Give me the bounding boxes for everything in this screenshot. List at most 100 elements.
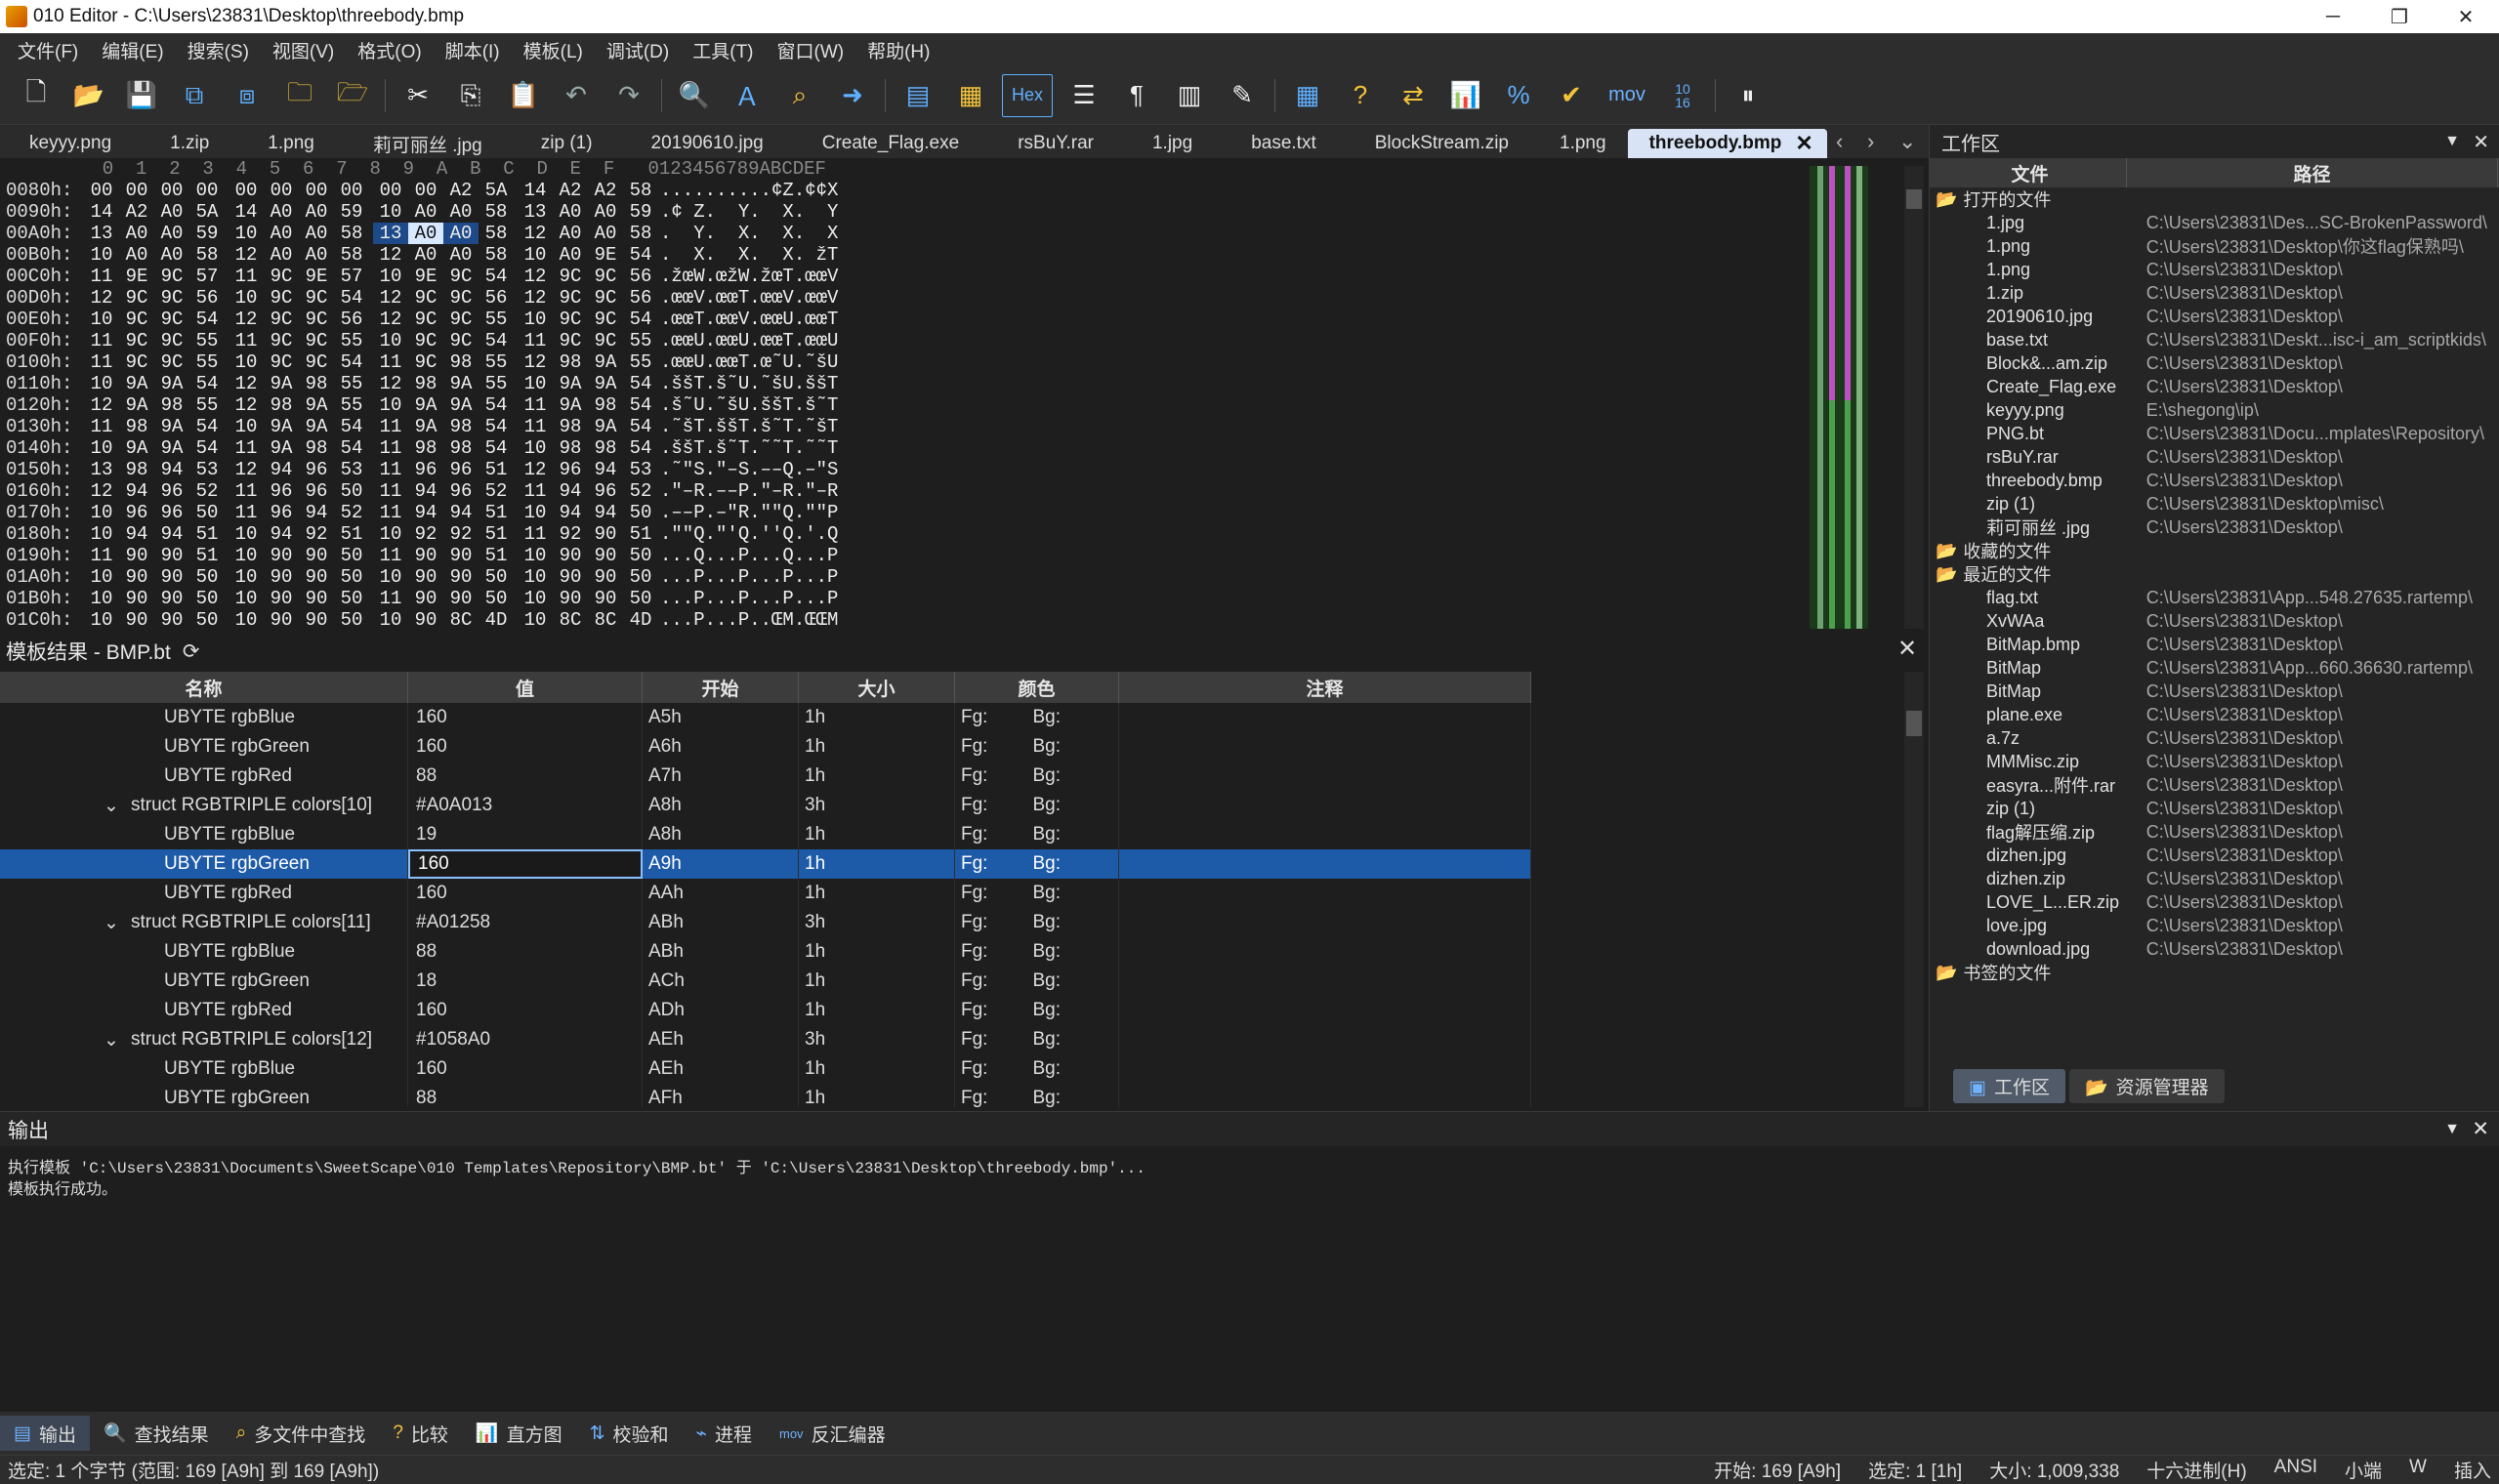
tab-disassembler[interactable]: mov 反汇编器 bbox=[766, 1416, 899, 1451]
hex-byte[interactable]: 00 bbox=[84, 180, 119, 201]
hex-byte[interactable]: 10 bbox=[229, 609, 264, 631]
hex-byte[interactable]: 10 bbox=[229, 351, 264, 373]
fg-label[interactable]: Fg: bbox=[961, 736, 987, 758]
hex-byte[interactable]: 12 bbox=[229, 394, 264, 416]
hex-byte[interactable]: 58 bbox=[189, 244, 225, 266]
hex-byte[interactable]: 11 bbox=[229, 330, 264, 351]
show-whitespace-icon[interactable]: ¶ bbox=[1115, 74, 1158, 117]
hex-byte[interactable]: 94 bbox=[588, 502, 623, 523]
hex-ascii[interactable]: .œœU.œœT.œ˜U.˜šU bbox=[660, 351, 838, 373]
table-row[interactable]: UBYTE rgbBlue 19 A8h 1h Fg: Bg: bbox=[0, 820, 1531, 849]
hex-byte[interactable]: 96 bbox=[588, 480, 623, 502]
hex-byte[interactable]: 55 bbox=[623, 351, 658, 373]
hex-ascii[interactable]: .""Q."'Q.''Q.'.Q bbox=[660, 523, 838, 545]
file-tab[interactable]: BlockStream.zip bbox=[1346, 129, 1538, 158]
hex-byte[interactable]: 9A bbox=[588, 351, 623, 373]
hex-bytes[interactable]: 10 90 90 50 10 90 90 50 11 90 90 50 10 90 90 50 bbox=[84, 588, 662, 609]
hex-row[interactable]: 0120h: 12 9A 98 55 12 98 9A 55 10 9A 9A 54 11 9A 98 54 .š… bbox=[0, 394, 838, 416]
hex-byte[interactable]: 9A bbox=[154, 437, 189, 459]
hex-byte[interactable]: A0 bbox=[553, 244, 588, 266]
hex-byte[interactable]: 9C bbox=[408, 287, 443, 309]
hex-byte[interactable]: 11 bbox=[373, 437, 408, 459]
workspace-file-item[interactable]: dizhen.zip C:\Users\23831\Desktop\ bbox=[1930, 867, 2499, 890]
hex-row[interactable]: 00F0h: 11 9C 9C 55 11 9C 9C 55 10 9C 9C 54 11 9C 9C 55 .œ… bbox=[0, 330, 838, 351]
hex-byte[interactable]: 9A bbox=[553, 394, 588, 416]
bg-label[interactable]: Bg: bbox=[1032, 736, 1061, 758]
hex-byte[interactable]: 90 bbox=[553, 566, 588, 588]
table-row[interactable]: UBYTE rgbRed 88 A7h 1h Fg: Bg: bbox=[0, 762, 1531, 791]
cut-icon[interactable]: ✂ bbox=[396, 74, 439, 117]
bg-label[interactable]: Bg: bbox=[1032, 970, 1061, 992]
hex-byte[interactable]: 90 bbox=[264, 588, 299, 609]
hex-byte[interactable]: 90 bbox=[264, 609, 299, 631]
fg-label[interactable]: Fg: bbox=[961, 1029, 987, 1051]
hex-byte[interactable]: 96 bbox=[299, 459, 334, 480]
fg-label[interactable]: Fg: bbox=[961, 1000, 987, 1021]
hex-byte[interactable]: 10 bbox=[84, 588, 119, 609]
table-row[interactable]: UBYTE rgbGreen 88 AFh 1h Fg: Bg: bbox=[0, 1084, 1531, 1107]
hex-byte[interactable]: 9C bbox=[299, 309, 334, 330]
hex-byte[interactable]: 11 bbox=[229, 266, 264, 287]
hex-byte[interactable]: 9A bbox=[119, 373, 154, 394]
hex-byte[interactable]: 54 bbox=[623, 373, 658, 394]
hex-bytes[interactable]: 11 98 9A 54 10 9A 9A 54 11 9A 98 54 11 98 9A 54 bbox=[84, 416, 662, 437]
save-icon[interactable]: 💾 bbox=[120, 74, 163, 117]
hex-byte[interactable]: 10 bbox=[229, 566, 264, 588]
mov-icon[interactable]: mov bbox=[1603, 74, 1651, 117]
tab-scroll-left-icon[interactable]: ‹ bbox=[1836, 125, 1843, 158]
hex-byte[interactable]: A0 bbox=[553, 223, 588, 244]
hex-byte[interactable]: A0 bbox=[443, 223, 479, 244]
hex-byte[interactable]: 10 bbox=[373, 566, 408, 588]
hex-byte[interactable]: 50 bbox=[334, 480, 369, 502]
hex-byte[interactable]: 51 bbox=[189, 523, 225, 545]
file-tab[interactable]: 20190610.jpg bbox=[622, 129, 793, 158]
fg-label[interactable]: Fg: bbox=[961, 941, 987, 963]
hex-byte[interactable]: A0 bbox=[154, 244, 189, 266]
close-template-icon[interactable]: ✕ bbox=[1897, 635, 1917, 663]
hex-byte[interactable]: 9C bbox=[119, 351, 154, 373]
hex-byte[interactable]: 94 bbox=[264, 459, 299, 480]
hex-byte[interactable]: 9C bbox=[154, 266, 189, 287]
hex-ascii[interactable]: .œœU.œœU.œœT.œœU bbox=[660, 330, 838, 351]
close-output-icon[interactable]: ✕ bbox=[2472, 1117, 2489, 1141]
hex-byte[interactable]: 12 bbox=[373, 244, 408, 266]
hex-byte[interactable]: A2 bbox=[588, 180, 623, 201]
hex-byte[interactable]: 11 bbox=[229, 437, 264, 459]
hex-byte[interactable]: 9A bbox=[443, 394, 479, 416]
workspace-file-item[interactable]: zip (1) C:\Users\23831\Desktop\ bbox=[1930, 797, 2499, 820]
hex-bytes[interactable]: 14 A2 A0 5A 14 A0 A0 59 10 A0 A0 58 13 A0 A0 59 bbox=[84, 201, 662, 223]
hex-byte[interactable]: 55 bbox=[479, 373, 514, 394]
hex-byte[interactable]: 13 bbox=[84, 223, 119, 244]
menu-view[interactable]: 视图(V) bbox=[261, 37, 346, 63]
file-tab[interactable]: 1.jpg bbox=[1123, 129, 1222, 158]
workspace-group[interactable]: 📂 书签的文件 bbox=[1930, 961, 2499, 984]
hex-byte[interactable]: 9C bbox=[264, 351, 299, 373]
hex-ascii[interactable]: . X. X. X. žT bbox=[660, 244, 838, 266]
hex-byte[interactable]: 00 bbox=[299, 180, 334, 201]
table-row[interactable]: UBYTE rgbGreen 18 ACh 1h Fg: Bg: bbox=[0, 967, 1531, 996]
file-tab[interactable]: 1.zip bbox=[141, 129, 238, 158]
hex-row[interactable]: 0080h: 00 00 00 00 00 00 00 00 00 00 A2 5A 14 A2 A2 58..… bbox=[0, 180, 838, 201]
hex-byte[interactable]: 10 bbox=[229, 416, 264, 437]
compare-icon[interactable]: ⇄ bbox=[1392, 74, 1435, 117]
hex-scrollbar[interactable] bbox=[1904, 166, 1924, 629]
hex-bytes[interactable]: 10 9A 9A 54 12 9A 98 55 12 98 9A 55 10 9A 9A 54 bbox=[84, 373, 662, 394]
hex-byte[interactable]: 50 bbox=[623, 502, 658, 523]
hex-byte[interactable]: 4D bbox=[479, 609, 514, 631]
hex-byte[interactable]: 8C bbox=[553, 609, 588, 631]
hex-byte[interactable]: 54 bbox=[334, 287, 369, 309]
hex-byte[interactable]: 92 bbox=[299, 523, 334, 545]
hex-byte[interactable]: 10 bbox=[229, 287, 264, 309]
workspace-file-item[interactable]: plane.exe C:\Users\23831\Desktop\ bbox=[1930, 703, 2499, 726]
hex-byte[interactable]: 58 bbox=[334, 244, 369, 266]
hex-byte[interactable]: 90 bbox=[588, 588, 623, 609]
hex-byte[interactable]: A0 bbox=[408, 223, 443, 244]
workspace-file-item[interactable]: 1.zip C:\Users\23831\Desktop\ bbox=[1930, 281, 2499, 305]
workspace-menu-icon[interactable]: ▼ bbox=[2444, 133, 2460, 150]
hex-byte[interactable]: 10 bbox=[518, 309, 553, 330]
hex-byte[interactable]: 9C bbox=[588, 330, 623, 351]
tab-histogram[interactable]: 📊 直方图 bbox=[462, 1416, 576, 1451]
hex-byte[interactable]: 12 bbox=[373, 373, 408, 394]
hex-byte[interactable]: 54 bbox=[623, 244, 658, 266]
copy-icon[interactable]: ⎘ bbox=[449, 74, 492, 117]
